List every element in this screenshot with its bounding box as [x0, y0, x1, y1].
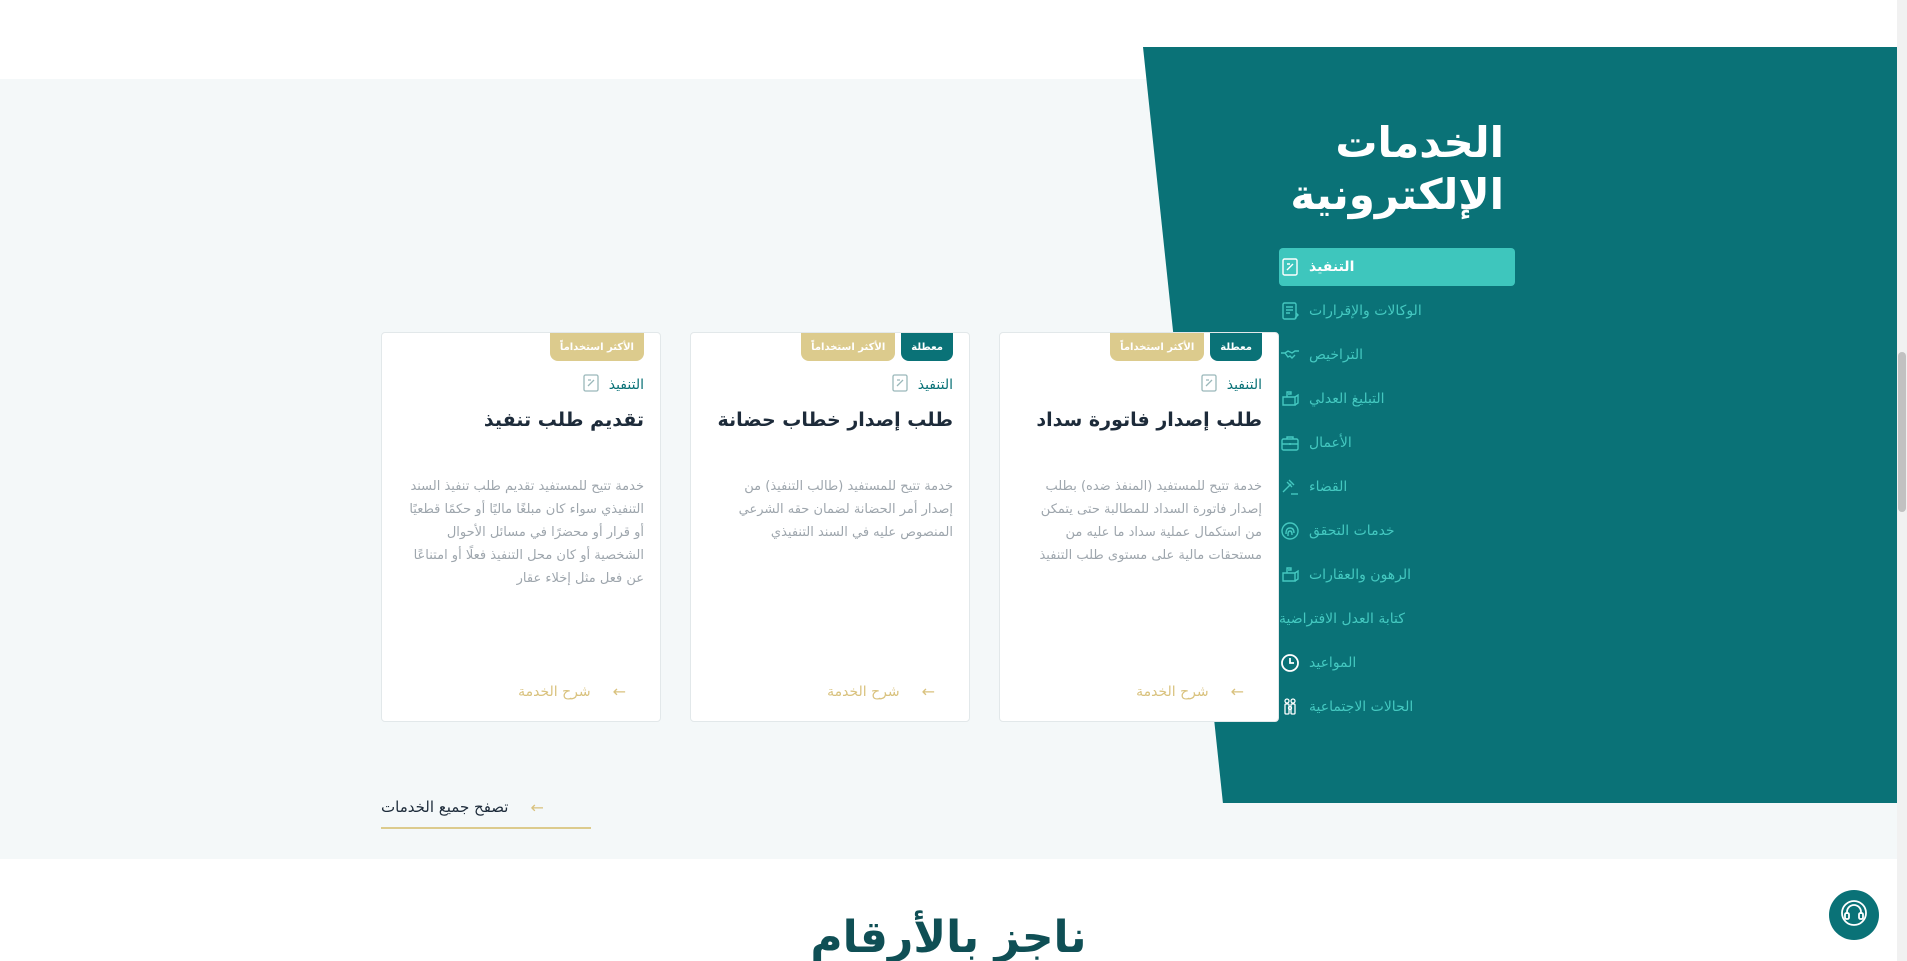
clock-icon — [1279, 652, 1301, 674]
popular-badge: الأكثر استخداماً — [549, 333, 644, 361]
card-description: خدمة تتيح للمستفيد تقديم طلب تنفيذ السند… — [409, 479, 644, 586]
document-icon — [1199, 373, 1219, 397]
services-title: الخدمات الإلكترونية — [1184, 117, 1504, 221]
service-explanation-link[interactable]: شرح الخدمة ← — [827, 682, 935, 701]
service-explanation-label: شرح الخدمة — [1136, 683, 1209, 700]
nav-label: الحالات الاجتماعية — [1309, 699, 1414, 715]
nav-label: الوكالات والإقرارات — [1309, 303, 1422, 319]
card-badges: معطلة الأكثر استخداماً — [1110, 333, 1262, 361]
card-description: خدمة تتيح للمستفيد (المنفذ ضده) بطلب إصد… — [1039, 479, 1262, 563]
card-category: التنفيذ — [581, 373, 644, 397]
status-badge: معطلة — [901, 333, 953, 361]
card-title: طلب إصدار خطاب حضانة — [717, 409, 953, 431]
card-title: تقديم طلب تنفيذ — [483, 409, 644, 431]
arrow-left-icon: ← — [612, 682, 626, 701]
card-badges: الأكثر استخداماً — [549, 333, 644, 361]
nav-label: القضاء — [1309, 479, 1348, 495]
card-badges: معطلة الأكثر استخداماً — [801, 333, 953, 361]
arrow-left-icon: ← — [921, 682, 935, 701]
arrow-left-icon: ← — [1230, 682, 1244, 701]
services-title-line1: الخدمات — [1335, 118, 1504, 167]
document-icon — [1279, 256, 1301, 278]
popular-badge: الأكثر استخداماً — [1110, 333, 1205, 361]
browse-all-services-link[interactable]: تصفح جميع الخدمات ← — [381, 787, 591, 829]
service-explanation-label: شرح الخدمة — [518, 683, 591, 700]
card-category: التنفيذ — [1199, 373, 1262, 397]
scrollbar-thumb[interactable] — [1898, 352, 1906, 512]
service-explanation-label: شرح الخدمة — [827, 683, 900, 700]
nav-item-business[interactable]: الأعمال — [1279, 424, 1515, 462]
mailbox-icon — [1279, 564, 1301, 586]
nav-item-verification[interactable]: خدمات التحقق — [1279, 512, 1515, 550]
card-description: خدمة تتيح للمستفيد (طالب التنفيذ) من إصد… — [738, 479, 953, 540]
arrow-left-icon: ← — [530, 797, 544, 817]
page-scrollbar[interactable] — [1897, 0, 1907, 961]
nav-item-licenses[interactable]: التراخيص — [1279, 336, 1515, 374]
card-category-label: التنفيذ — [917, 377, 953, 393]
mailbox-icon — [1279, 388, 1301, 410]
nav-item-execution[interactable]: التنفيذ — [1279, 248, 1515, 286]
nav-label: كتابة العدل الافتراضية — [1279, 611, 1405, 627]
nav-item-mortgages[interactable]: الرهون والعقارات — [1279, 556, 1515, 594]
gavel-icon — [1279, 476, 1301, 498]
nav-item-virtual-notary[interactable]: كتابة العدل الافتراضية — [1279, 600, 1515, 638]
nav-item-judiciary[interactable]: القضاء — [1279, 468, 1515, 506]
stats-heading: ناجز بالأرقام — [810, 912, 1087, 961]
nav-item-social-status[interactable]: الحالات الاجتماعية — [1279, 688, 1515, 726]
nav-label: التنفيذ — [1309, 259, 1355, 275]
document-icon — [890, 373, 910, 397]
status-badge: معطلة — [1210, 333, 1262, 361]
nav-label: الرهون والعقارات — [1309, 567, 1412, 583]
card-category-label: التنفيذ — [608, 377, 644, 393]
document-icon — [581, 373, 601, 397]
service-card[interactable]: معطلة الأكثر استخداماً التنفيذ طلب إصدار… — [999, 332, 1279, 722]
nav-label: الأعمال — [1309, 435, 1352, 451]
card-category: التنفيذ — [890, 373, 953, 397]
card-title: طلب إصدار فاتورة سداد — [1036, 409, 1262, 431]
service-explanation-link[interactable]: شرح الخدمة ← — [518, 682, 626, 701]
nav-label: التبليغ العدلي — [1309, 391, 1385, 407]
nav-label: خدمات التحقق — [1309, 523, 1395, 539]
card-category-label: التنفيذ — [1226, 377, 1262, 393]
support-chat-button[interactable] — [1829, 890, 1879, 940]
handshake-icon — [1279, 344, 1301, 366]
nav-item-appointments[interactable]: المواعيد — [1279, 644, 1515, 682]
family-icon — [1279, 696, 1301, 718]
popular-badge: الأكثر استخداماً — [801, 333, 896, 361]
browse-all-label: تصفح جميع الخدمات — [381, 798, 509, 816]
nav-label: التراخيص — [1309, 347, 1364, 363]
contract-icon — [1279, 300, 1301, 322]
service-card[interactable]: الأكثر استخداماً التنفيذ تقديم طلب تنفيذ… — [381, 332, 661, 722]
nav-label: المواعيد — [1309, 655, 1357, 671]
briefcase-icon — [1279, 432, 1301, 454]
services-title-line2: الإلكترونية — [1290, 170, 1504, 219]
headset-icon — [1839, 898, 1869, 932]
nav-item-agencies[interactable]: الوكالات والإقرارات — [1279, 292, 1515, 330]
service-card[interactable]: معطلة الأكثر استخداماً التنفيذ طلب إصدار… — [690, 332, 970, 722]
fingerprint-icon — [1279, 520, 1301, 542]
service-explanation-link[interactable]: شرح الخدمة ← — [1136, 682, 1244, 701]
nav-item-judicial-notification[interactable]: التبليغ العدلي — [1279, 380, 1515, 418]
